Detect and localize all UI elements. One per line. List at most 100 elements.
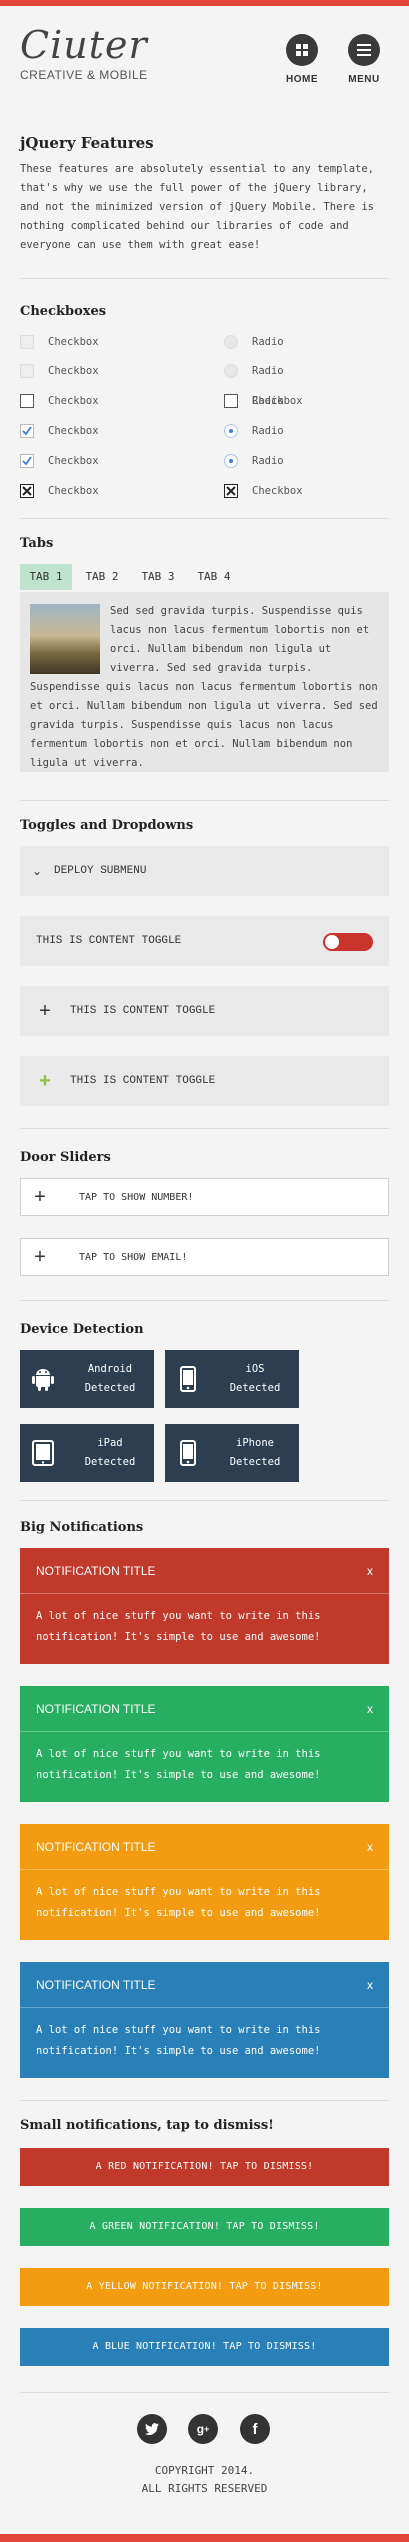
tab-3[interactable]: TAB 3 [132,564,184,590]
big-notification-green: NOTIFICATION TITLE x A lot of nice stuff … [20,1686,389,1802]
divider [20,278,389,279]
show-number-label: TAP TO SHOW NUMBER! [79,1191,194,1203]
divider [20,1300,389,1301]
close-icon[interactable]: x [367,1564,373,1578]
x-mark-icon[interactable] [20,484,34,498]
checkbox-checked-2[interactable]: Checkbox [20,451,99,471]
plus-icon: + [34,1185,46,1208]
content-toggle-2[interactable]: + THIS IS CONTENT TOGGLE [20,1056,389,1106]
radio-circle[interactable] [224,454,238,468]
checkbox-label: Checkbox [48,485,99,497]
google-plus-icon[interactable]: g + [188,2414,218,2444]
checkbox-box[interactable] [224,394,238,408]
device-name: iPad [97,1437,123,1449]
rights-reserved: ALL RIGHTS RESERVED [141,2482,268,2495]
toggles-title: Toggles and Dropdowns [20,818,194,833]
radio-disabled-2: Radio [224,361,284,381]
content-toggle-switch-row[interactable]: THIS IS CONTENT TOGGLE [20,916,389,966]
checkbox-label: Checkbox [48,336,99,348]
menu-label: MENU [348,74,380,85]
home-button[interactable]: HOME [282,34,322,85]
big-notifications-title: Big Notifications [20,1520,144,1535]
notification-body: A lot of nice stuff you want to write in… [36,1886,321,1919]
checkbox-label: Checkbox [252,485,303,497]
copyright: COPYRIGHT 2014. [154,2464,255,2477]
content-toggle-1[interactable]: + THIS IS CONTENT TOGGLE [20,986,389,1036]
device-name: Android [87,1363,133,1375]
phone-icon [165,1366,211,1392]
big-notification-blue: NOTIFICATION TITLE x A lot of nice stuff … [20,1962,389,2078]
logo-text: Ciuter [20,23,148,67]
menu-icon [348,34,380,66]
x-mark-icon[interactable] [224,484,238,498]
logo[interactable]: Ciuter CREATIVE & MOBILE [20,26,148,82]
checkbox-unchecked[interactable]: Checkbox [20,391,99,411]
checkbox-disabled-2: Checkbox [20,361,99,381]
bottom-accent-bar [0,2534,409,2542]
divider [20,2100,389,2101]
divider [20,2392,389,2393]
tab-2[interactable]: TAB 2 [76,564,128,590]
checkbox-x[interactable]: Checkbox [20,481,99,501]
radio-circle[interactable] [224,424,238,438]
notification-title: NOTIFICATION TITLE [36,1563,156,1578]
small-notification-blue[interactable]: A BLUE NOTIFICATION! TAP TO DISMISS! [20,2328,389,2366]
checkbox-unchecked-2[interactable]: Checkbox [224,391,303,411]
logo-tagline: CREATIVE & MOBILE [20,68,148,82]
notification-title: NOTIFICATION TITLE [36,1701,156,1716]
checkbox-label: Checkbox [48,365,99,377]
show-email-slider[interactable]: + TAP TO SHOW EMAIL! [20,1238,389,1276]
checkbox-box[interactable] [20,394,34,408]
big-notification-yellow: NOTIFICATION TITLE x A lot of nice stuff … [20,1824,389,1940]
deploy-submenu[interactable]: ⌄ DEPLOY SUBMENU [20,846,389,896]
checkbox-box [20,364,34,378]
toggle-switch[interactable] [323,933,373,951]
radio-circle [224,335,238,349]
notification-title: NOTIFICATION TITLE [36,1977,156,1992]
checkbox-x-2[interactable]: Checkbox [224,481,303,501]
close-icon[interactable]: x [367,1702,373,1716]
facebook-icon[interactable]: f [240,2414,270,2444]
twitter-icon[interactable] [137,2414,167,2444]
landscape-thumbnail [30,604,100,674]
home-grid-icon [286,34,318,66]
small-notification-red[interactable]: A RED NOTIFICATION! TAP TO DISMISS! [20,2148,389,2186]
checkbox-row: Checkbox Radio Checkbox [20,391,390,411]
small-notification-yellow[interactable]: A YELLOW NOTIFICATION! TAP TO DISMISS! [20,2268,389,2306]
divider [20,1500,389,1501]
checkbox-box [20,335,34,349]
notification-body: A lot of nice stuff you want to write in… [36,2024,321,2057]
small-notification-green[interactable]: A GREEN NOTIFICATION! TAP TO DISMISS! [20,2208,389,2246]
tablet-icon [20,1440,66,1466]
radio-label: Radio [252,425,284,437]
close-icon[interactable]: x [367,1840,373,1854]
menu-button[interactable]: MENU [344,34,384,85]
top-accent-bar [0,0,409,6]
ios-detected: iOS Detected [165,1350,299,1408]
checkbox-row: Checkbox Radio [20,361,390,381]
close-icon[interactable]: x [367,1978,373,1992]
checkbox-row: Checkbox Radio [20,451,390,471]
checkbox-checked[interactable]: Checkbox [20,421,99,441]
radio-selected-2[interactable]: Radio [224,451,284,471]
checkmark-icon[interactable] [20,424,34,438]
detected-label: Detected [229,1382,281,1394]
content-toggle-label: THIS IS CONTENT TOGGLE [36,935,182,947]
tab-bar: TAB 1 TAB 2 TAB 3 TAB 4 [20,564,389,590]
tab-1[interactable]: TAB 1 [20,564,72,590]
detected-label: Detected [84,1382,136,1394]
android-detected: Android Detected [20,1350,154,1408]
radio-selected[interactable]: Radio [224,421,284,441]
device-name: iPhone [236,1437,274,1449]
show-email-label: TAP TO SHOW EMAIL! [79,1251,188,1263]
plus-icon: + [34,1245,46,1268]
detected-label: Detected [229,1456,281,1468]
notification-title: NOTIFICATION TITLE [36,1839,156,1854]
iphone-detected: iPhone Detected [165,1424,299,1482]
content-toggle-label: THIS IS CONTENT TOGGLE [70,1075,216,1087]
tab-4[interactable]: TAB 4 [188,564,240,590]
show-number-slider[interactable]: + TAP TO SHOW NUMBER! [20,1178,389,1216]
chevron-down-icon: ⌄ [31,864,43,878]
checkbox-row: Checkbox Radio [20,421,390,441]
checkmark-icon[interactable] [20,454,34,468]
